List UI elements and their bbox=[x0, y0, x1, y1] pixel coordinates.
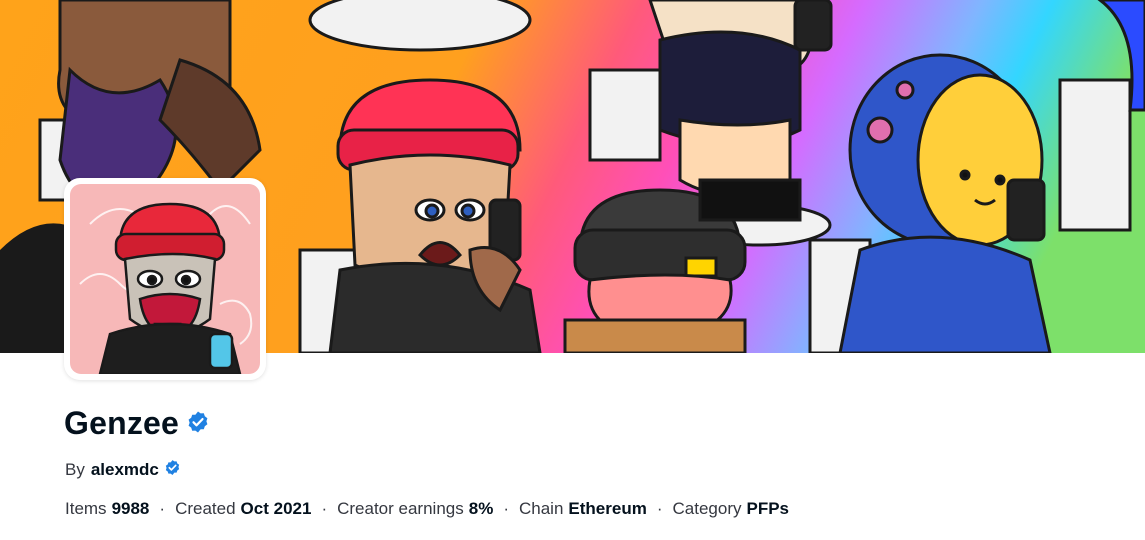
stat-creator-earnings: Creator earnings 8% bbox=[337, 499, 493, 519]
stat-separator: · bbox=[656, 499, 663, 518]
stat-created: Created Oct 2021 bbox=[175, 499, 311, 519]
collection-title: Genzee bbox=[64, 405, 180, 441]
creator-link[interactable]: alexmdc bbox=[91, 460, 159, 480]
stat-items: Items 9988 bbox=[65, 499, 149, 519]
stat-label: Chain bbox=[518, 499, 564, 518]
verified-badge-icon bbox=[186, 410, 210, 439]
stat-value: 9988 bbox=[111, 499, 150, 518]
stat-value: 8% bbox=[468, 499, 494, 518]
stat-separator: · bbox=[321, 499, 328, 518]
creator-prefix: By bbox=[65, 459, 85, 479]
stat-label: Created bbox=[175, 499, 236, 518]
avatar-image bbox=[70, 184, 260, 374]
stat-label: Items bbox=[65, 499, 107, 518]
collection-stats: Items 9988 · Created Oct 2021 · Creator ea… bbox=[65, 499, 789, 519]
stat-separator: · bbox=[159, 499, 166, 518]
stat-label: Category bbox=[672, 499, 742, 518]
verified-badge-icon bbox=[164, 459, 181, 481]
stat-chain: Chain Ethereum bbox=[519, 499, 647, 519]
collection-title-row: Genzee bbox=[64, 401, 210, 445]
stat-value: Ethereum bbox=[568, 499, 647, 518]
stat-category[interactable]: Category PFPs bbox=[673, 499, 790, 519]
stat-label: Creator earnings bbox=[337, 499, 464, 518]
creator-byline: By alexmdc bbox=[65, 458, 181, 481]
stat-separator: · bbox=[503, 499, 509, 518]
stat-value: Oct 2021 bbox=[240, 499, 312, 518]
collection-avatar bbox=[64, 178, 266, 380]
stat-value[interactable]: PFPs bbox=[746, 499, 789, 518]
